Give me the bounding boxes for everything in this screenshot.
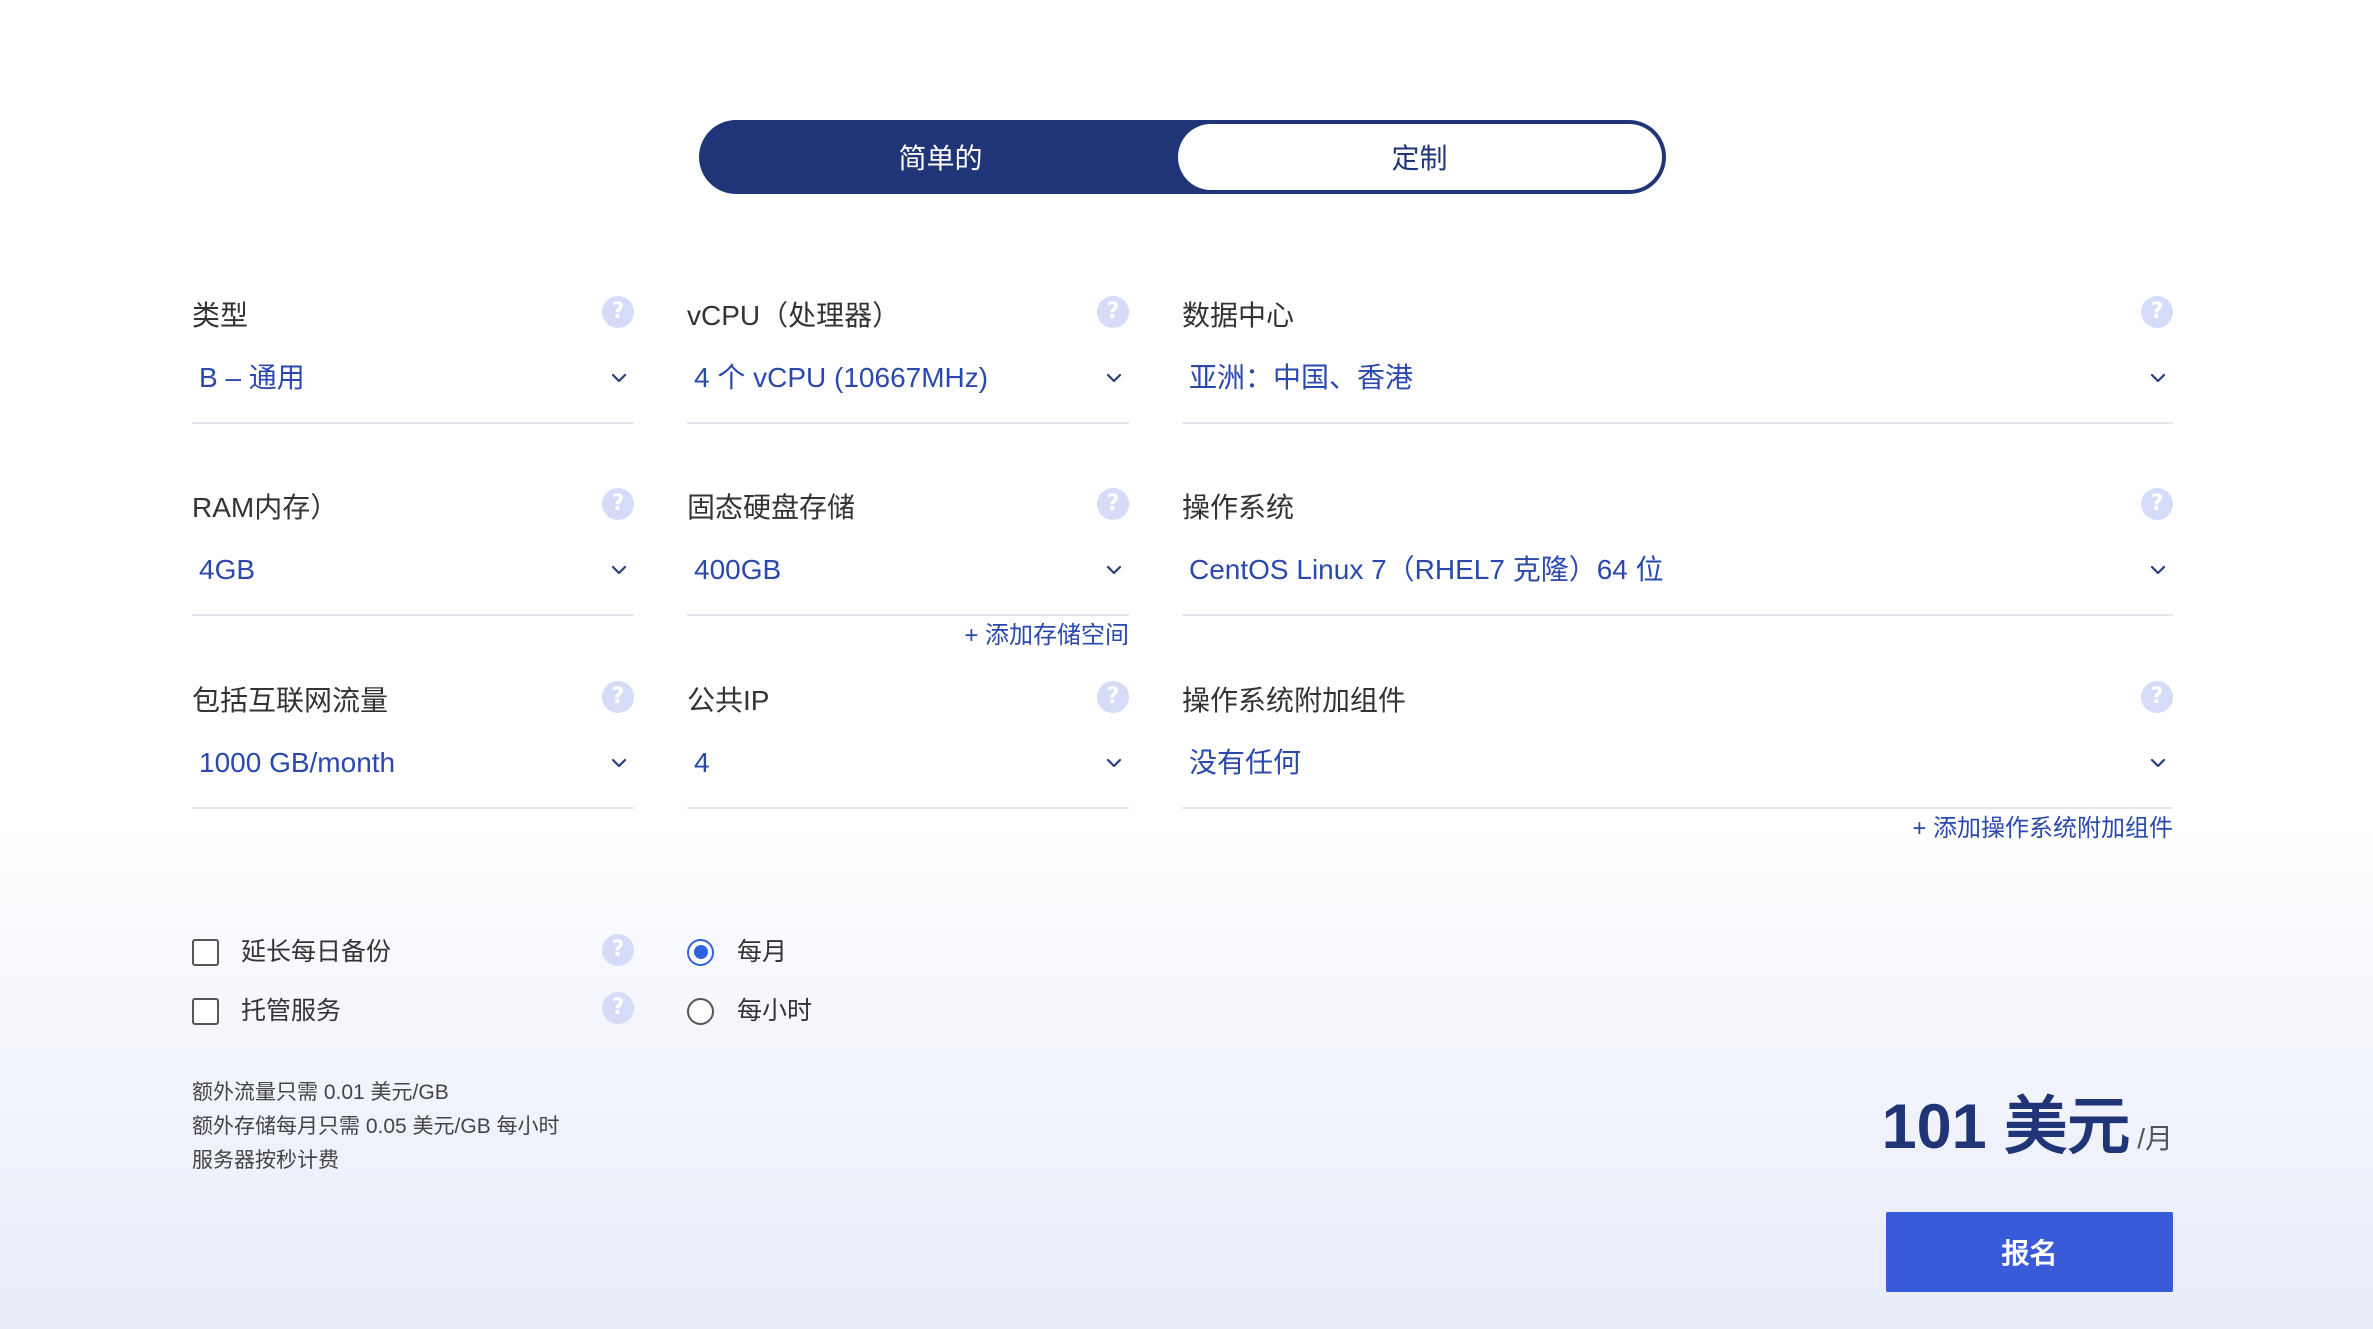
chevron-down-icon — [2150, 758, 2166, 768]
question-mark-icon[interactable] — [2141, 488, 2173, 520]
public-ip-dropdown[interactable]: 4 — [687, 739, 1129, 809]
type-dropdown[interactable]: B – 通用 — [192, 354, 634, 424]
os-addons-label: 操作系统附加组件 — [1182, 685, 1407, 716]
extended-backup-label[interactable]: 延长每日备份 — [241, 934, 391, 970]
chevron-down-icon — [611, 565, 627, 575]
add-os-addon-link[interactable]: + 添加操作系统附加组件 — [1912, 813, 2173, 845]
ssd-storage-selected-value: 400GB — [694, 554, 782, 585]
question-mark-icon[interactable] — [1097, 296, 1129, 328]
billing-hourly-label[interactable]: 每小时 — [737, 993, 812, 1029]
datacenter-dropdown[interactable]: 亚洲：中国、香港 — [1182, 354, 2173, 424]
plan-mode-toggle: 简单的 定制 — [699, 120, 1666, 194]
billing-monthly-label[interactable]: 每月 — [737, 934, 787, 970]
checkbox-icon[interactable] — [192, 997, 219, 1025]
billing-monthly-option[interactable]: 每月 — [687, 934, 987, 970]
billing-hourly-option[interactable]: 每小时 — [687, 993, 987, 1029]
chevron-down-icon — [1106, 565, 1122, 575]
chevron-down-icon — [2150, 565, 2166, 575]
chevron-down-icon — [2150, 373, 2166, 383]
chevron-down-icon — [611, 373, 627, 383]
ram-dropdown[interactable]: 4GB — [192, 546, 634, 616]
price-period: /月 — [2137, 1123, 2173, 1154]
question-mark-icon[interactable] — [602, 681, 634, 713]
checkbox-icon[interactable] — [192, 938, 219, 966]
os-dropdown[interactable]: CentOS Linux 7（RHEL7 克隆）64 位 — [1182, 546, 2173, 616]
question-mark-icon[interactable] — [2141, 296, 2173, 328]
field-os-addons: 操作系统附加组件 没有任何 + 添加操作系统附加组件 — [1182, 681, 2173, 842]
managed-service-label[interactable]: 托管服务 — [241, 993, 341, 1029]
question-mark-icon[interactable] — [602, 934, 634, 966]
field-datacenter: 数据中心 亚洲：中国、香港 — [1182, 296, 2173, 424]
ssd-storage-dropdown[interactable]: 400GB — [687, 546, 1129, 616]
field-ram: RAM内存） 4GB — [192, 488, 634, 616]
price-amount: 101 美元 — [1881, 1092, 2131, 1162]
chevron-down-icon — [1106, 373, 1122, 383]
ssd-storage-label: 固态硬盘存储 — [687, 492, 856, 523]
question-mark-icon[interactable] — [602, 992, 634, 1024]
radio-button-icon[interactable] — [687, 997, 714, 1025]
public-ip-label: 公共IP — [687, 685, 770, 716]
question-mark-icon[interactable] — [602, 488, 634, 520]
os-selected-value: CentOS Linux 7（RHEL7 克隆）64 位 — [1189, 554, 1664, 585]
question-mark-icon[interactable] — [602, 296, 634, 328]
public-ip-selected-value: 4 — [694, 747, 710, 778]
question-mark-icon[interactable] — [1097, 681, 1129, 713]
field-ssd-storage: 固态硬盘存储 400GB + 添加存储空间 — [687, 488, 1129, 649]
vcpu-dropdown[interactable]: 4 个 vCPU (10667MHz) — [687, 354, 1129, 424]
datacenter-label: 数据中心 — [1182, 300, 1295, 331]
vcpu-selected-value: 4 个 vCPU (10667MHz) — [694, 362, 989, 393]
chevron-down-icon — [1106, 758, 1122, 768]
tab-custom[interactable]: 定制 — [1177, 124, 1662, 190]
os-addons-dropdown[interactable]: 没有任何 — [1182, 739, 2173, 809]
traffic-selected-value: 1000 GB/month — [199, 747, 396, 778]
field-vcpu: vCPU（处理器） 4 个 vCPU (10667MHz) — [687, 296, 1129, 424]
radio-button-icon[interactable] — [687, 938, 714, 966]
tab-simple[interactable]: 简单的 — [704, 124, 1178, 190]
add-storage-link[interactable]: + 添加存储空间 — [964, 620, 1129, 652]
field-traffic: 包括互联网流量 1000 GB/month — [192, 681, 634, 809]
type-label: 类型 — [192, 300, 249, 331]
field-type: 类型 B – 通用 — [192, 296, 634, 424]
question-mark-icon[interactable] — [1097, 488, 1129, 520]
note-extra-traffic: 额外流量只需 0.01 美元/GB — [192, 1081, 449, 1104]
chevron-down-icon — [611, 758, 627, 768]
signup-button[interactable]: 报名 — [1886, 1212, 2173, 1292]
os-label: 操作系统 — [1182, 492, 1295, 523]
extended-backup-option[interactable]: 延长每日备份 — [192, 934, 634, 970]
note-extra-storage: 额外存储每月只需 0.05 美元/GB 每小时 — [192, 1115, 560, 1138]
vcpu-label: vCPU（处理器） — [687, 300, 901, 331]
question-mark-icon[interactable] — [2141, 681, 2173, 713]
managed-service-option[interactable]: 托管服务 — [192, 992, 634, 1029]
datacenter-selected-value: 亚洲：中国、香港 — [1189, 362, 1414, 393]
note-per-second-billing: 服务器按秒计费 — [192, 1149, 339, 1172]
traffic-dropdown[interactable]: 1000 GB/month — [192, 739, 634, 809]
type-selected-value: B – 通用 — [199, 362, 305, 393]
price-display: 101 美元/月 — [1882, 1085, 2173, 1186]
field-public-ip: 公共IP 4 — [687, 681, 1129, 809]
traffic-label: 包括互联网流量 — [192, 685, 389, 716]
ram-label: RAM内存） — [192, 492, 339, 523]
os-addons-selected-value: 没有任何 — [1189, 747, 1302, 778]
field-os: 操作系统 CentOS Linux 7（RHEL7 克隆）64 位 — [1182, 488, 2173, 616]
ram-selected-value: 4GB — [199, 554, 256, 585]
pricing-notes: 额外流量只需 0.01 美元/GB 额外存储每月只需 0.05 美元/GB 每小… — [192, 1076, 560, 1178]
